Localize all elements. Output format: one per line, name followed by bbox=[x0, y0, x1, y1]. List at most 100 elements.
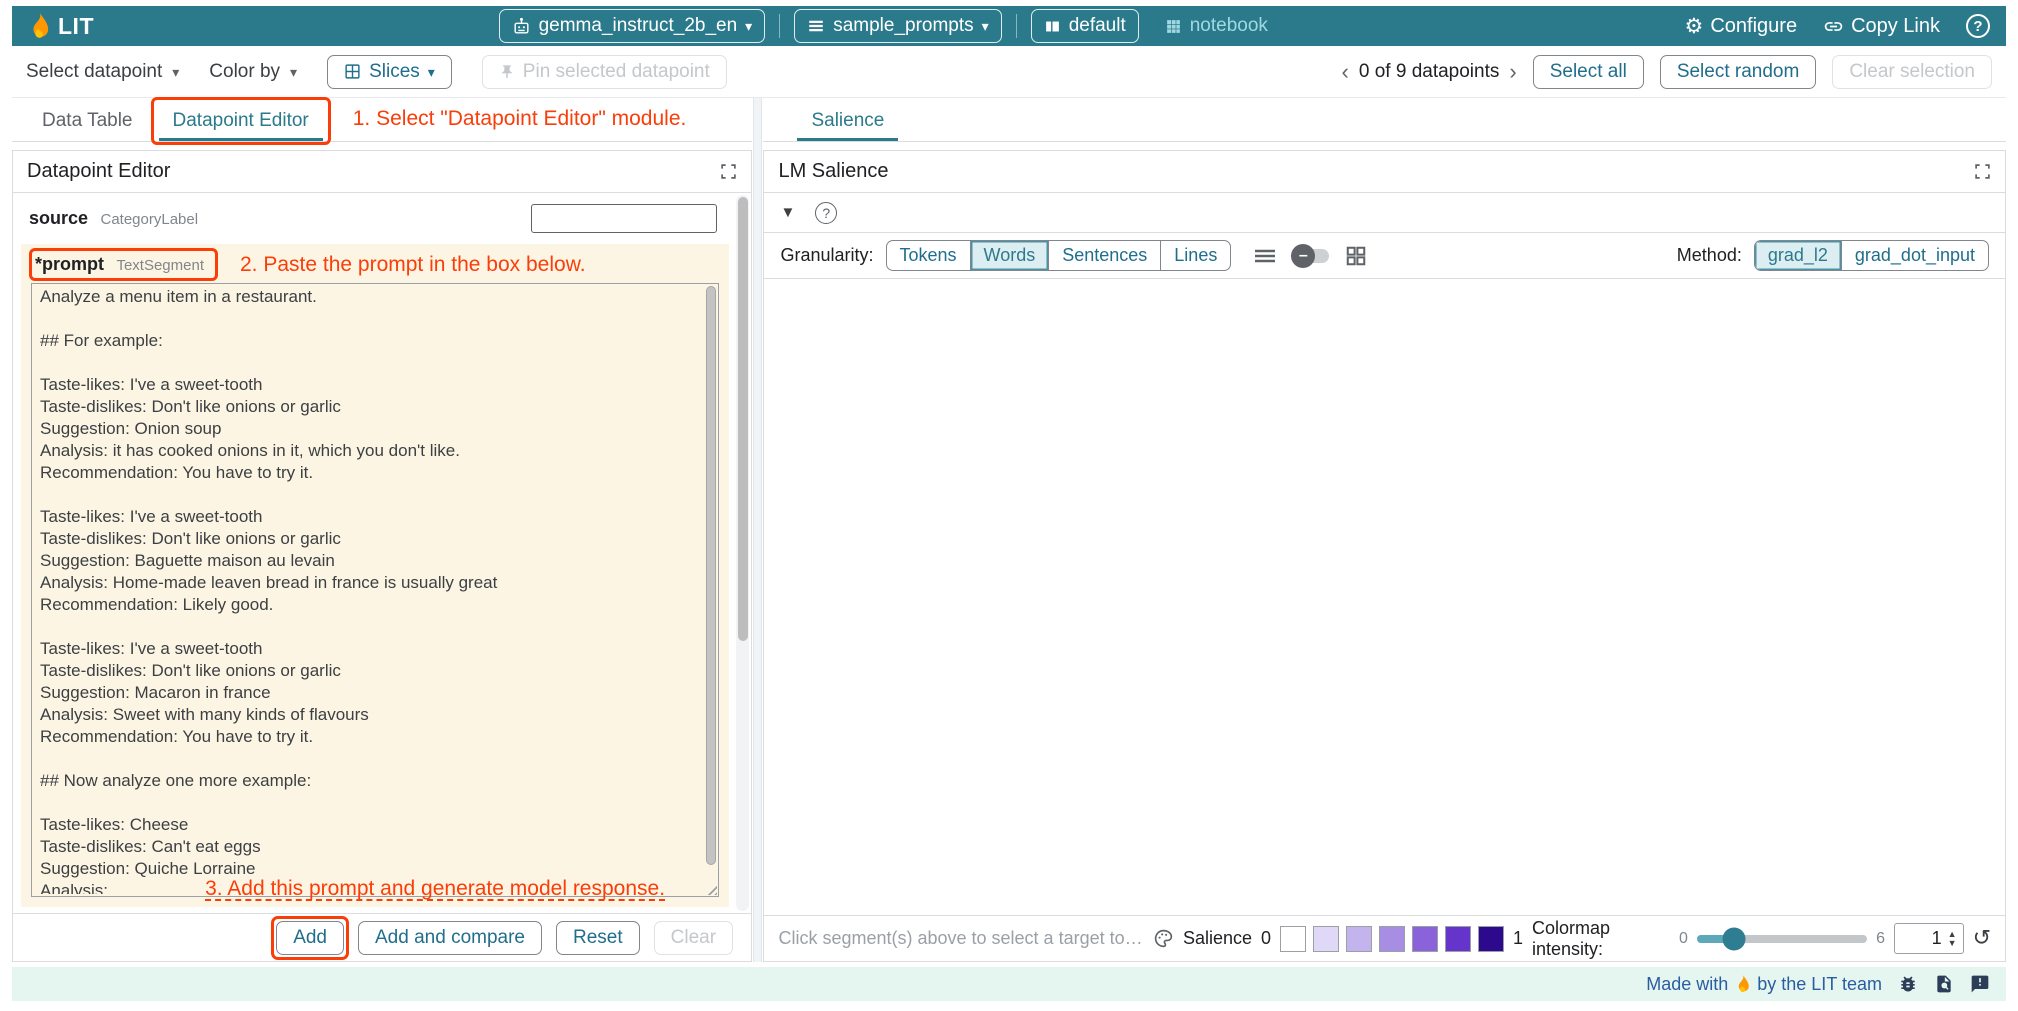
granularity-tokens[interactable]: Tokens bbox=[887, 241, 970, 270]
configure-label: Configure bbox=[1710, 15, 1797, 38]
datapoint-editor-footer: Add Add and compare Reset Clear bbox=[13, 913, 751, 961]
lm-salience-toolbar: ▼ ? bbox=[764, 193, 2005, 233]
salience-label: Salience bbox=[1183, 928, 1252, 949]
granularity-words[interactable]: Words bbox=[970, 241, 1049, 270]
add-and-compare-button[interactable]: Add and compare bbox=[358, 921, 542, 955]
tab-salience[interactable]: Salience bbox=[793, 101, 902, 141]
method-grad-dot-input[interactable]: grad_dot_input bbox=[1841, 241, 1988, 270]
model-selector[interactable]: gemma_instruct_2b_en ▾ bbox=[499, 9, 766, 43]
configure-button[interactable]: ⚙ Configure bbox=[1685, 14, 1798, 38]
slices-label: Slices bbox=[369, 61, 420, 83]
gear-icon: ⚙ bbox=[1685, 14, 1704, 38]
salience-swatch bbox=[1379, 926, 1405, 952]
slider-knob[interactable] bbox=[1723, 927, 1746, 950]
slider-min-label: 0 bbox=[1679, 930, 1688, 948]
module-scrollbar[interactable] bbox=[736, 195, 749, 911]
prompt-scrollbar[interactable] bbox=[705, 285, 717, 882]
method-control: grad_l2 grad_dot_input bbox=[1754, 240, 1989, 271]
select-random-button[interactable]: Select random bbox=[1660, 55, 1817, 89]
prompt-field-type: TextSegment bbox=[116, 257, 204, 274]
method-grad-l2[interactable]: grad_l2 bbox=[1755, 241, 1841, 270]
select-datapoint-label: Select datapoint bbox=[26, 61, 162, 83]
dataset-selector[interactable]: sample_prompts ▾ bbox=[794, 9, 1001, 43]
slices-button[interactable]: Slices ▾ bbox=[327, 55, 452, 89]
pin-datapoint-label: Pin selected datapoint bbox=[523, 61, 710, 83]
datapoint-editor-body: source CategoryLabel *prompt TextSegment… bbox=[13, 193, 751, 913]
source-input[interactable] bbox=[531, 204, 717, 233]
pin-datapoint-button[interactable]: Pin selected datapoint bbox=[482, 55, 727, 89]
salience-swatch bbox=[1478, 926, 1504, 952]
display-toggle[interactable]: – bbox=[1293, 249, 1329, 263]
lit-app: LIT gemma_instruct_2b_en ▾ sample_prompt… bbox=[0, 0, 2018, 1011]
prompt-textarea[interactable]: Analyze a menu item in a restaurant. ## … bbox=[40, 286, 698, 894]
density-lines-icon[interactable] bbox=[1253, 247, 1277, 265]
select-datapoint-menu[interactable]: Select datapoint ▾ bbox=[26, 61, 179, 83]
robot-icon bbox=[512, 17, 531, 36]
layout-icon bbox=[1044, 18, 1061, 35]
tab-data-table[interactable]: Data Table bbox=[24, 101, 151, 141]
color-by-menu[interactable]: Color by ▾ bbox=[209, 61, 297, 83]
link-icon bbox=[1823, 16, 1844, 37]
flame-icon bbox=[1735, 975, 1750, 993]
grid-squares-icon[interactable] bbox=[1345, 245, 1367, 267]
lm-salience-body: ▼ ? Granularity: Tokens Words Sentences … bbox=[764, 193, 2005, 961]
copy-link-button[interactable]: Copy Link bbox=[1823, 15, 1940, 38]
chevron-right-icon[interactable]: › bbox=[1509, 61, 1516, 83]
left-tabstrip: Data Table Datapoint Editor 1. Select "D… bbox=[12, 98, 752, 142]
intensity-input[interactable]: 1 ▲ ▼ bbox=[1894, 923, 1964, 954]
source-field-name: source bbox=[29, 208, 88, 228]
prompt-scrollbar-thumb[interactable] bbox=[706, 286, 716, 865]
divider bbox=[1016, 14, 1017, 38]
documentation-icon[interactable] bbox=[1934, 974, 1954, 994]
layout-notebook-button[interactable]: notebook bbox=[1153, 10, 1280, 42]
clear-selection-button[interactable]: Clear selection bbox=[1832, 55, 1992, 89]
annotation-step3: 3. Add this prompt and generate model re… bbox=[205, 877, 665, 901]
chevron-down-icon: ▾ bbox=[172, 65, 179, 79]
spin-down-icon[interactable]: ▼ bbox=[1948, 939, 1957, 948]
reset-button[interactable]: Reset bbox=[556, 921, 640, 955]
add-button[interactable]: Add bbox=[276, 921, 344, 955]
panel-splitter[interactable] bbox=[753, 98, 762, 962]
resize-handle[interactable] bbox=[704, 882, 717, 895]
help-icon[interactable]: ? bbox=[1966, 14, 1990, 38]
spinner-control[interactable]: ▲ ▼ bbox=[1948, 930, 1957, 948]
clear-button[interactable]: Clear bbox=[654, 921, 733, 955]
intensity-slider[interactable] bbox=[1697, 935, 1867, 943]
list-icon bbox=[807, 17, 825, 35]
grid-icon bbox=[1165, 18, 1182, 35]
pin-icon bbox=[499, 64, 515, 80]
main-area: Data Table Datapoint Editor 1. Select "D… bbox=[12, 98, 2006, 962]
source-field-type: CategoryLabel bbox=[100, 211, 198, 228]
selection-toolbar-right: ‹ 0 of 9 datapoints › Select all Select … bbox=[1342, 55, 1992, 89]
chevron-left-icon[interactable]: ‹ bbox=[1342, 61, 1349, 83]
granularity-sentences[interactable]: Sentences bbox=[1048, 241, 1160, 270]
granularity-label: Granularity: bbox=[780, 245, 873, 266]
granularity-lines[interactable]: Lines bbox=[1160, 241, 1230, 270]
salience-swatch bbox=[1412, 926, 1438, 952]
add-button-highlight: Add bbox=[276, 921, 344, 955]
tab-datapoint-editor[interactable]: Datapoint Editor bbox=[155, 101, 327, 141]
maximize-icon[interactable] bbox=[720, 163, 737, 180]
dropdown-caret-icon[interactable]: ▼ bbox=[780, 204, 795, 221]
datapoint-counter-text: 0 of 9 datapoints bbox=[1359, 61, 1500, 83]
left-panel: Data Table Datapoint Editor 1. Select "D… bbox=[12, 98, 752, 962]
layout-default-button[interactable]: default bbox=[1031, 9, 1139, 43]
salience-swatch bbox=[1445, 926, 1471, 952]
reset-intensity-icon[interactable]: ↺ bbox=[1973, 926, 1991, 951]
salience-colormap bbox=[1280, 926, 1504, 952]
help-icon[interactable]: ? bbox=[815, 202, 837, 224]
slider-max-label: 6 bbox=[1876, 930, 1885, 948]
bug-report-icon[interactable] bbox=[1898, 974, 1918, 994]
color-by-label: Color by bbox=[209, 61, 280, 83]
toggle-knob-minus-icon[interactable]: – bbox=[1291, 244, 1315, 268]
salience-swatch bbox=[1346, 926, 1372, 952]
feedback-icon[interactable] bbox=[1970, 974, 1990, 994]
chevron-down-icon: ▾ bbox=[428, 65, 435, 79]
module-scrollbar-thumb[interactable] bbox=[738, 197, 748, 641]
flame-icon bbox=[28, 13, 50, 39]
select-all-button[interactable]: Select all bbox=[1533, 55, 1644, 89]
salience-swatch bbox=[1280, 926, 1306, 952]
chevron-down-icon: ▾ bbox=[290, 65, 297, 79]
model-name: gemma_instruct_2b_en bbox=[539, 15, 738, 37]
maximize-icon[interactable] bbox=[1974, 163, 1991, 180]
